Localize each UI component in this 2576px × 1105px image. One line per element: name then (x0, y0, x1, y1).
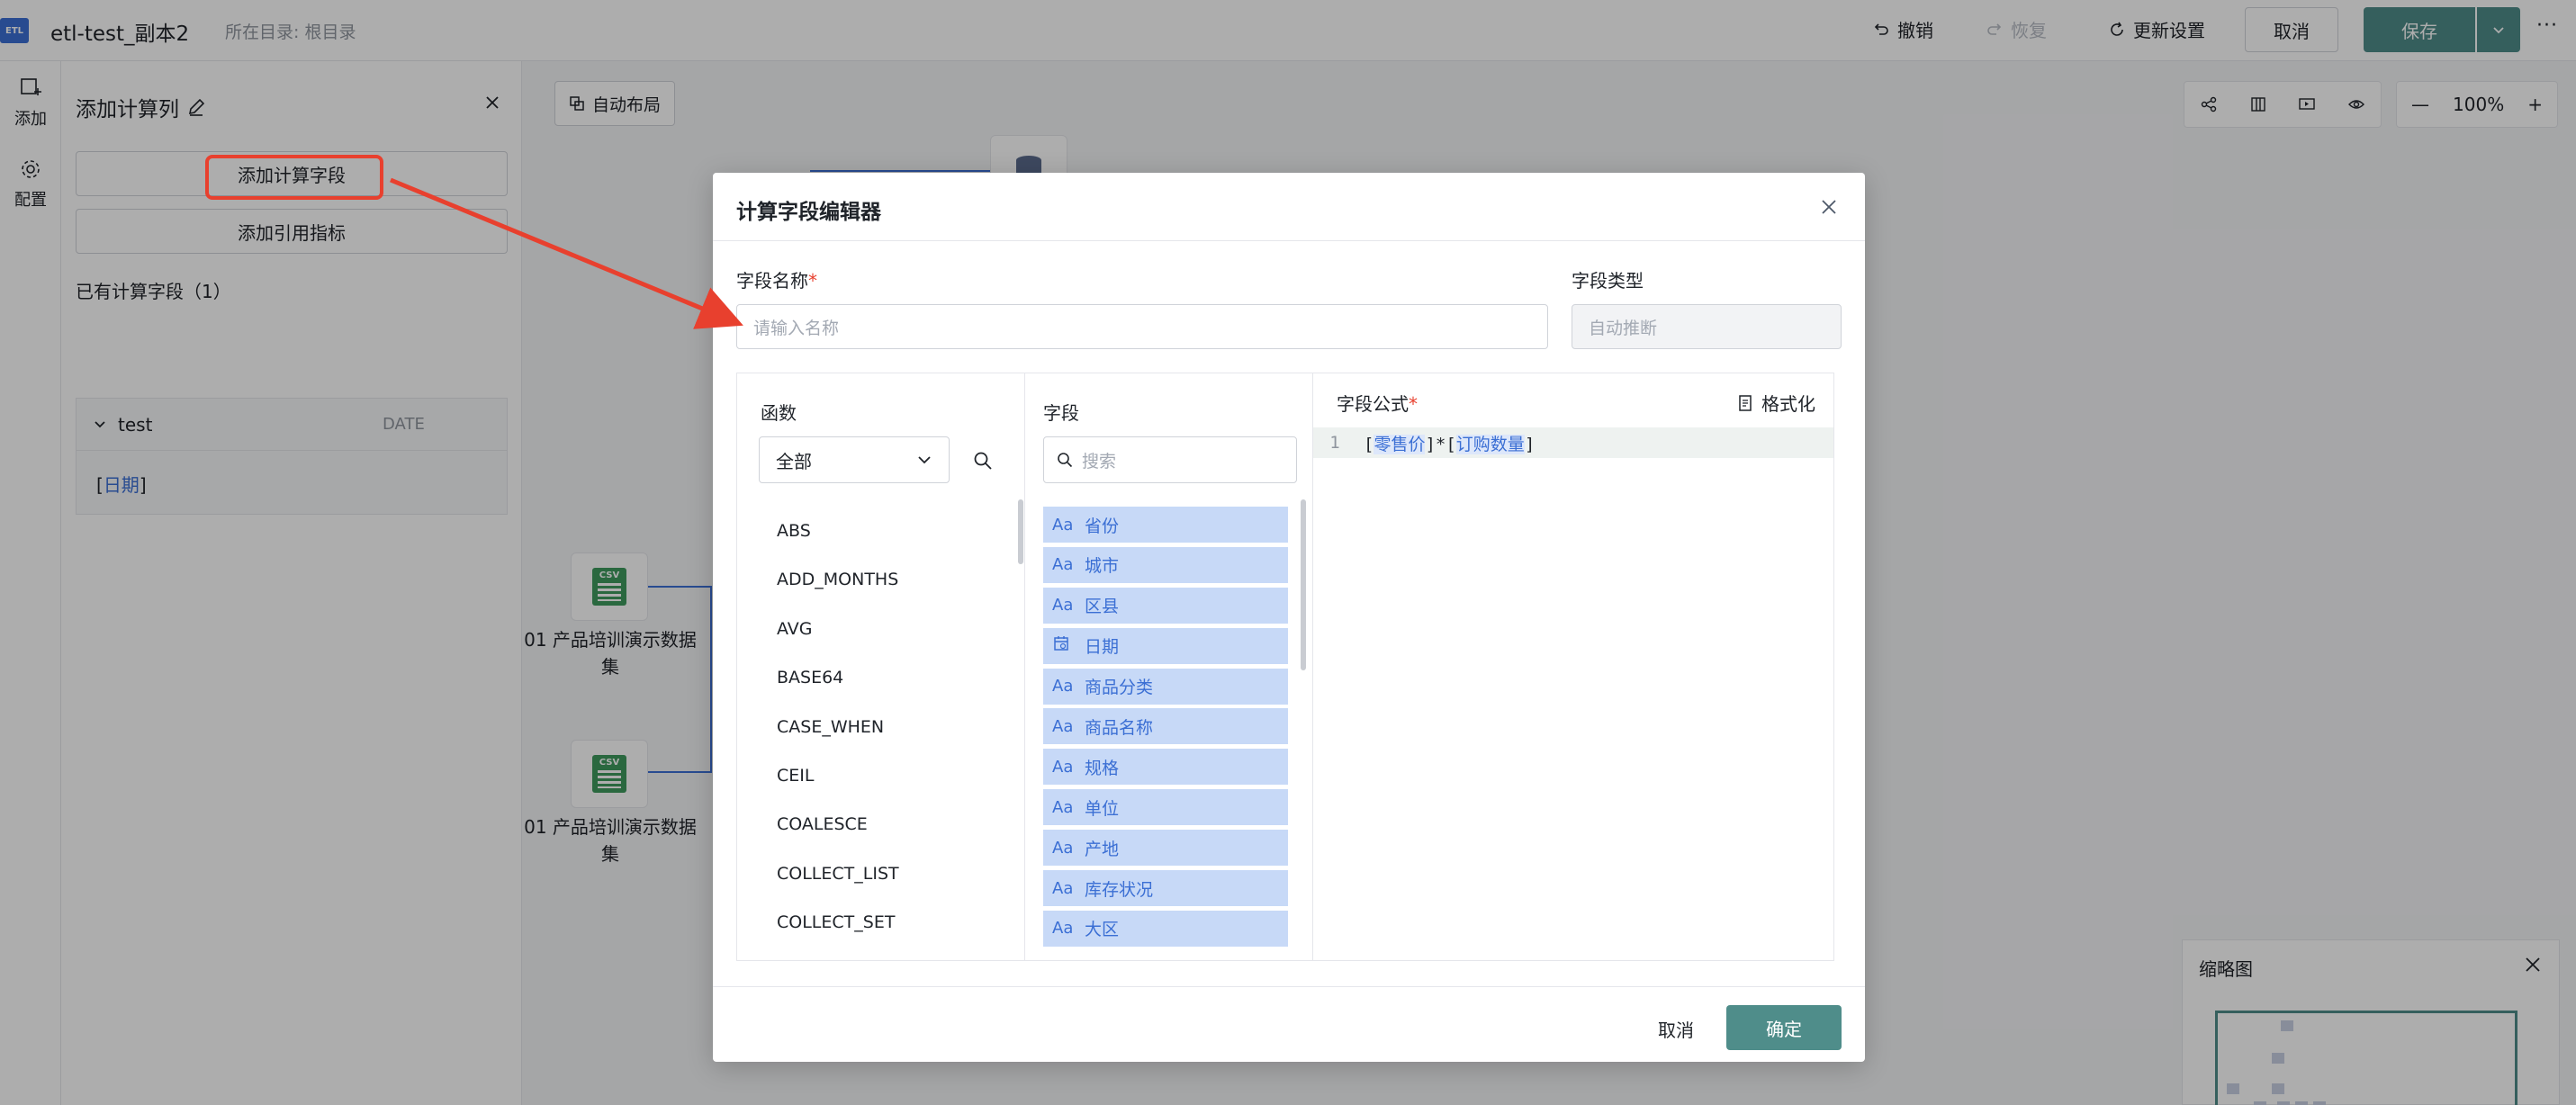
function-item[interactable]: ABS (777, 507, 899, 555)
function-item[interactable]: CASE_WHEN (777, 703, 899, 751)
text-type-icon: Aa (1052, 797, 1074, 817)
formula-text[interactable]: [零售价]*[订购数量] (1356, 431, 1535, 455)
fields-column: 字段 搜索 Aa 省份 Aa 城市 Aa 区县 日期 Aa 商品分类 Aa 商品名称 Aa… (1025, 373, 1313, 960)
text-type-icon: Aa (1052, 677, 1074, 696)
field-item[interactable]: Aa 商品名称 (1043, 708, 1288, 745)
field-name-input[interactable]: 请输入名称 (736, 304, 1548, 349)
field-item[interactable]: Aa 商品分类 (1043, 668, 1288, 705)
format-button[interactable]: 格式化 (1736, 390, 1815, 416)
field-item[interactable]: Aa 规格 (1043, 749, 1288, 786)
function-item[interactable]: ADD_MONTHS (777, 555, 899, 604)
text-type-icon: Aa (1052, 596, 1074, 615)
text-type-icon: Aa (1052, 757, 1074, 777)
text-type-icon: Aa (1052, 838, 1074, 858)
field-item[interactable]: Aa 城市 (1043, 546, 1288, 583)
field-list-scrollbar[interactable] (1301, 499, 1306, 670)
dialog-header: 计算字段编辑器 (713, 173, 1865, 241)
text-type-icon: Aa (1052, 555, 1074, 575)
field-item[interactable]: Aa 产地 (1043, 830, 1288, 867)
formula-header: 字段公式* 格式化 (1313, 373, 1833, 427)
text-type-icon: Aa (1052, 878, 1074, 898)
formula-code-line[interactable]: 1 [零售价]*[订购数量] (1313, 427, 1833, 458)
text-type-icon: Aa (1052, 919, 1074, 939)
formula-title: 字段公式* (1337, 393, 1418, 415)
functions-column: 函数 全部 ABS ADD_MONTHS AVG BASE64 CASE_WHE… (737, 373, 1025, 960)
text-type-icon: Aa (1052, 515, 1074, 535)
function-item[interactable]: COLLECT_LIST (777, 849, 899, 898)
dialog-footer: 取消 确定 (713, 986, 1865, 1062)
field-list: Aa 省份 Aa 城市 Aa 区县 日期 Aa 商品分类 Aa 商品名称 Aa 规格 Aa 单… (1043, 507, 1288, 951)
field-item[interactable]: 日期 (1043, 627, 1288, 664)
line-number: 1 (1329, 433, 1340, 453)
close-icon[interactable] (1818, 196, 1840, 218)
functions-title: 函数 (761, 402, 797, 424)
function-item[interactable]: COALESCE (777, 800, 899, 849)
function-item[interactable]: COLLECT_SET (777, 898, 899, 947)
fields-title: 字段 (1043, 402, 1079, 424)
function-item[interactable]: AVG (777, 605, 899, 653)
function-item[interactable]: CEIL (777, 751, 899, 800)
dialog-title: 计算字段编辑器 (736, 201, 881, 224)
dialog-ok-button[interactable]: 确定 (1726, 1005, 1842, 1050)
text-type-icon: Aa (1052, 716, 1074, 736)
function-category-select[interactable]: 全部 (759, 436, 950, 483)
field-type-label: 字段类型 (1572, 270, 1644, 292)
search-icon[interactable] (973, 451, 993, 471)
field-name-label: 字段名称* (736, 270, 817, 292)
field-item[interactable]: Aa 省份 (1043, 507, 1288, 543)
function-list-scrollbar[interactable] (1018, 499, 1023, 564)
function-list: ABS ADD_MONTHS AVG BASE64 CASE_WHEN CEIL… (777, 507, 899, 948)
field-search-input[interactable]: 搜索 (1043, 436, 1297, 483)
calc-field-editor-dialog: 计算字段编辑器 字段名称* 请输入名称 字段类型 自动推断 函数 全部 ABS … (713, 173, 1865, 1062)
document-icon (1739, 394, 1752, 411)
formula-column: 字段公式* 格式化 1 [零售价]*[订购数量] (1313, 373, 1833, 960)
field-item[interactable]: Aa 单位 (1043, 789, 1288, 826)
annotation-highlight (205, 155, 383, 200)
search-icon (1058, 453, 1073, 468)
date-type-icon (1052, 634, 1074, 657)
field-item[interactable]: Aa 大区 (1043, 910, 1288, 947)
function-item[interactable]: BASE64 (777, 653, 899, 702)
field-item[interactable]: Aa 库存状况 (1043, 870, 1288, 907)
dialog-cancel-button[interactable]: 取消 (1631, 1007, 1721, 1050)
formula-editor-area: 函数 全部 ABS ADD_MONTHS AVG BASE64 CASE_WHE… (736, 373, 1834, 961)
field-type-input: 自动推断 (1572, 304, 1842, 349)
field-item[interactable]: Aa 区县 (1043, 587, 1288, 624)
chevron-down-icon (918, 456, 931, 464)
